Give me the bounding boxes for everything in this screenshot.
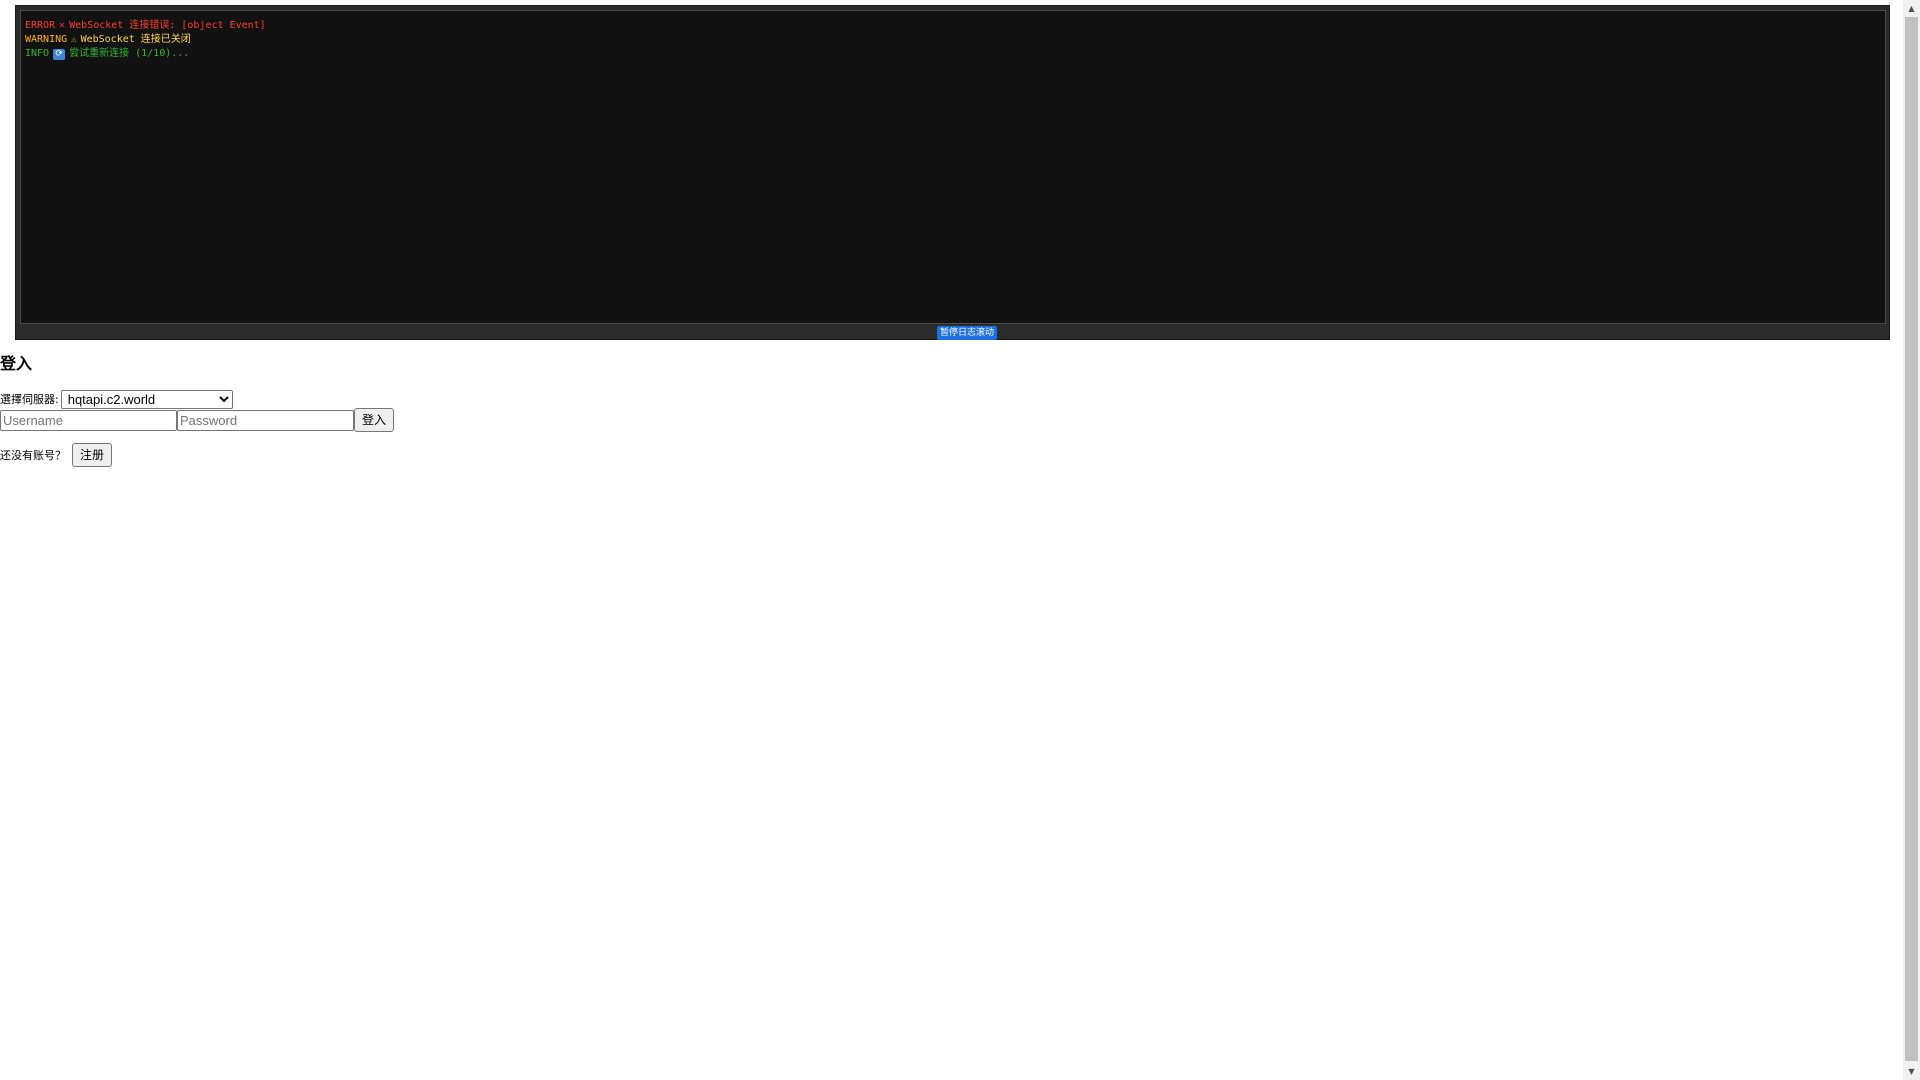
log-message: WebSocket 连接错误: [object Event] bbox=[69, 20, 266, 31]
log-level: INFO bbox=[25, 48, 50, 59]
log-output: ERROR ✕ WebSocket 连接错误: [object Event] WAR… bbox=[20, 10, 1886, 324]
login-button[interactable]: 登入 bbox=[354, 408, 395, 432]
log-message: 尝试重新连接 (1/10)... bbox=[69, 48, 190, 59]
refresh-icon: ⟳ bbox=[53, 49, 66, 60]
username-input[interactable] bbox=[0, 409, 177, 431]
register-prompt: 还没有账号？ bbox=[0, 449, 66, 462]
server-selector-row: 選擇伺服器: hqtapi.c2.world bbox=[0, 389, 233, 409]
page: ERROR ✕ WebSocket 连接错误: [object Event] WAR… bbox=[0, 0, 1903, 1080]
password-input[interactable] bbox=[177, 409, 354, 431]
log-console: ERROR ✕ WebSocket 连接错误: [object Event] WAR… bbox=[15, 5, 1890, 340]
page-scrollbar[interactable]: ▲ ▼ bbox=[1903, 0, 1920, 1080]
register-row: 还没有账号？ 注册 bbox=[0, 443, 113, 467]
log-line-info: INFO ⟳ 尝试重新连接 (1/10)... bbox=[25, 47, 1881, 61]
credentials-row: 登入 bbox=[0, 408, 395, 432]
log-line-warning: WARNING ⚠ WebSocket 连接已关闭 bbox=[25, 33, 1881, 47]
log-level: WARNING bbox=[25, 34, 68, 45]
log-level: ERROR bbox=[25, 20, 56, 31]
scroll-up-icon[interactable]: ▲ bbox=[1903, 0, 1920, 17]
scroll-down-icon[interactable]: ▼ bbox=[1903, 1063, 1920, 1080]
login-title: 登入 bbox=[0, 354, 33, 373]
pause-log-scroll-button[interactable]: 暂停日志滚动 bbox=[937, 326, 998, 340]
cross-mark-icon: ✕ bbox=[59, 20, 66, 31]
register-button[interactable]: 注册 bbox=[72, 443, 113, 467]
scrollbar-thumb[interactable] bbox=[1905, 17, 1918, 1061]
server-label: 選擇伺服器: bbox=[0, 393, 59, 406]
log-message: WebSocket 连接已关闭 bbox=[80, 34, 191, 45]
server-select[interactable]: hqtapi.c2.world bbox=[60, 389, 233, 409]
warning-icon: ⚠ bbox=[71, 35, 77, 45]
log-line-error: ERROR ✕ WebSocket 连接错误: [object Event] bbox=[25, 19, 1881, 33]
